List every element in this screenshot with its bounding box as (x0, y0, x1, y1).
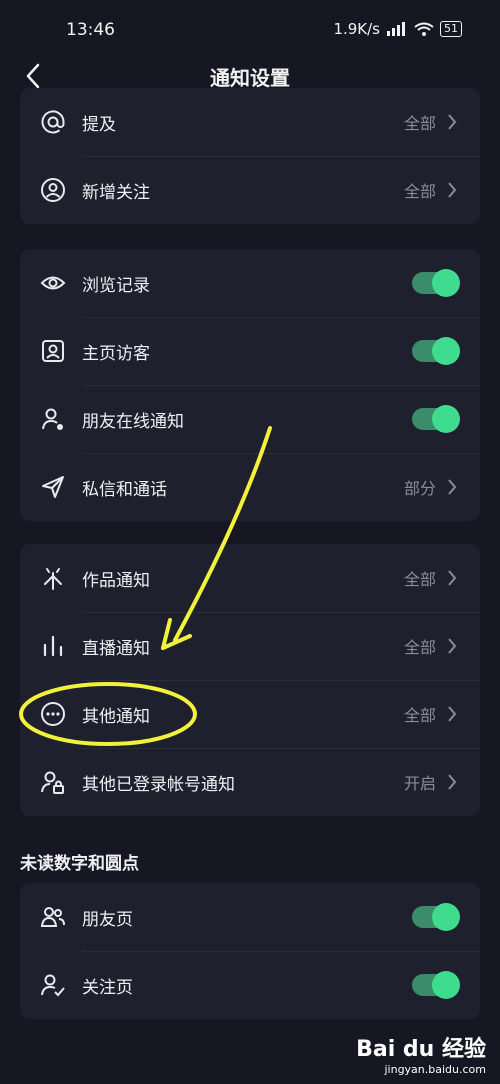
setting-row-browse-history: 浏览记录 (20, 249, 480, 317)
battery-indicator: 51 (440, 21, 462, 37)
users-icon (40, 904, 66, 930)
setting-label: 朋友页 (82, 909, 133, 930)
setting-row-friends-online: 朋友在线通知 (20, 385, 480, 453)
setting-label: 关注页 (82, 977, 133, 998)
user-circle-icon (40, 177, 66, 203)
setting-value: 全部 (403, 570, 436, 589)
setting-label: 主页访客 (82, 343, 150, 364)
setting-value: 全部 (403, 638, 436, 657)
setting-row-other[interactable]: 其他通知 全部 (20, 680, 480, 748)
status-indicators: 1.9K/s 51 (333, 20, 462, 38)
eye-icon (40, 270, 66, 296)
chevron-right-icon (448, 706, 457, 722)
toggle-knob (432, 971, 460, 999)
more-circle-icon (40, 701, 66, 727)
user-dot-icon (40, 406, 66, 432)
chevron-right-icon (448, 638, 457, 654)
wifi-icon (414, 22, 434, 36)
setting-value: 全部 (403, 114, 436, 133)
setting-row-messages-calls[interactable]: 私信和通话 部分 (20, 453, 480, 521)
settings-group-mentions: 提及 全部 新增关注 全部 (20, 88, 480, 224)
setting-label: 私信和通话 (82, 479, 167, 500)
sparkle-icon (40, 565, 66, 591)
setting-value: 开启 (403, 774, 436, 793)
chevron-right-icon (448, 774, 457, 790)
toggle-knob (432, 337, 460, 365)
profile-card-icon (40, 338, 66, 364)
setting-label: 直播通知 (82, 638, 150, 659)
section-title-unread: 未读数字和圆点 (20, 854, 139, 874)
setting-row-new-follower[interactable]: 新增关注 全部 (20, 156, 480, 224)
toggle-switch[interactable] (412, 269, 460, 297)
watermark: Bai du 经验 jingyan.baidu.com (356, 1031, 486, 1076)
setting-value: 全部 (403, 706, 436, 725)
setting-label: 提及 (82, 114, 116, 135)
send-icon (40, 474, 66, 500)
setting-row-profile-visitors: 主页访客 (20, 317, 480, 385)
settings-group-unread: 朋友页 关注页 (20, 883, 480, 1019)
toggle-switch[interactable] (412, 971, 460, 999)
setting-label: 朋友在线通知 (82, 411, 184, 432)
user-lock-icon (40, 769, 66, 795)
watermark-logo: Bai du 经验 (356, 1037, 486, 1062)
setting-label: 作品通知 (82, 570, 150, 591)
chevron-right-icon (448, 479, 457, 495)
chevron-right-icon (448, 570, 457, 586)
setting-label: 其他通知 (82, 706, 150, 727)
setting-row-works[interactable]: 作品通知 全部 (20, 544, 480, 612)
toggle-knob (432, 903, 460, 931)
setting-row-live[interactable]: 直播通知 全部 (20, 612, 480, 680)
signal-icon (387, 22, 405, 36)
setting-row-mention[interactable]: 提及 全部 (20, 88, 480, 156)
setting-label: 其他已登录帐号通知 (82, 774, 235, 795)
setting-value: 全部 (403, 182, 436, 201)
at-icon (40, 109, 66, 135)
setting-row-other-accounts[interactable]: 其他已登录帐号通知 开启 (20, 748, 480, 816)
watermark-url: jingyan.baidu.com (384, 1063, 486, 1076)
setting-row-friends-page: 朋友页 (20, 883, 480, 951)
toggle-knob (432, 269, 460, 297)
chevron-right-icon (448, 182, 457, 198)
status-bar: 13:46 1.9K/s 51 (0, 0, 500, 58)
toggle-switch[interactable] (412, 903, 460, 931)
chevron-right-icon (448, 114, 457, 130)
toggle-knob (432, 405, 460, 433)
toggle-switch[interactable] (412, 405, 460, 433)
setting-label: 浏览记录 (82, 275, 150, 296)
setting-value: 部分 (403, 479, 436, 498)
user-check-icon (40, 972, 66, 998)
status-time: 13:46 (66, 20, 115, 40)
page-title: 通知设置 (210, 66, 290, 90)
settings-group-content: 作品通知 全部 直播通知 全部 其他通知 全部 其他已登录帐号通知 开启 (20, 544, 480, 816)
settings-group-privacy: 浏览记录 主页访客 朋友在线通知 私信和通话 部分 (20, 249, 480, 521)
network-speed: 1.9K/s (333, 20, 380, 38)
setting-label: 新增关注 (82, 182, 150, 203)
toggle-switch[interactable] (412, 337, 460, 365)
bars-icon (40, 633, 66, 659)
setting-row-follow-page: 关注页 (20, 951, 480, 1019)
